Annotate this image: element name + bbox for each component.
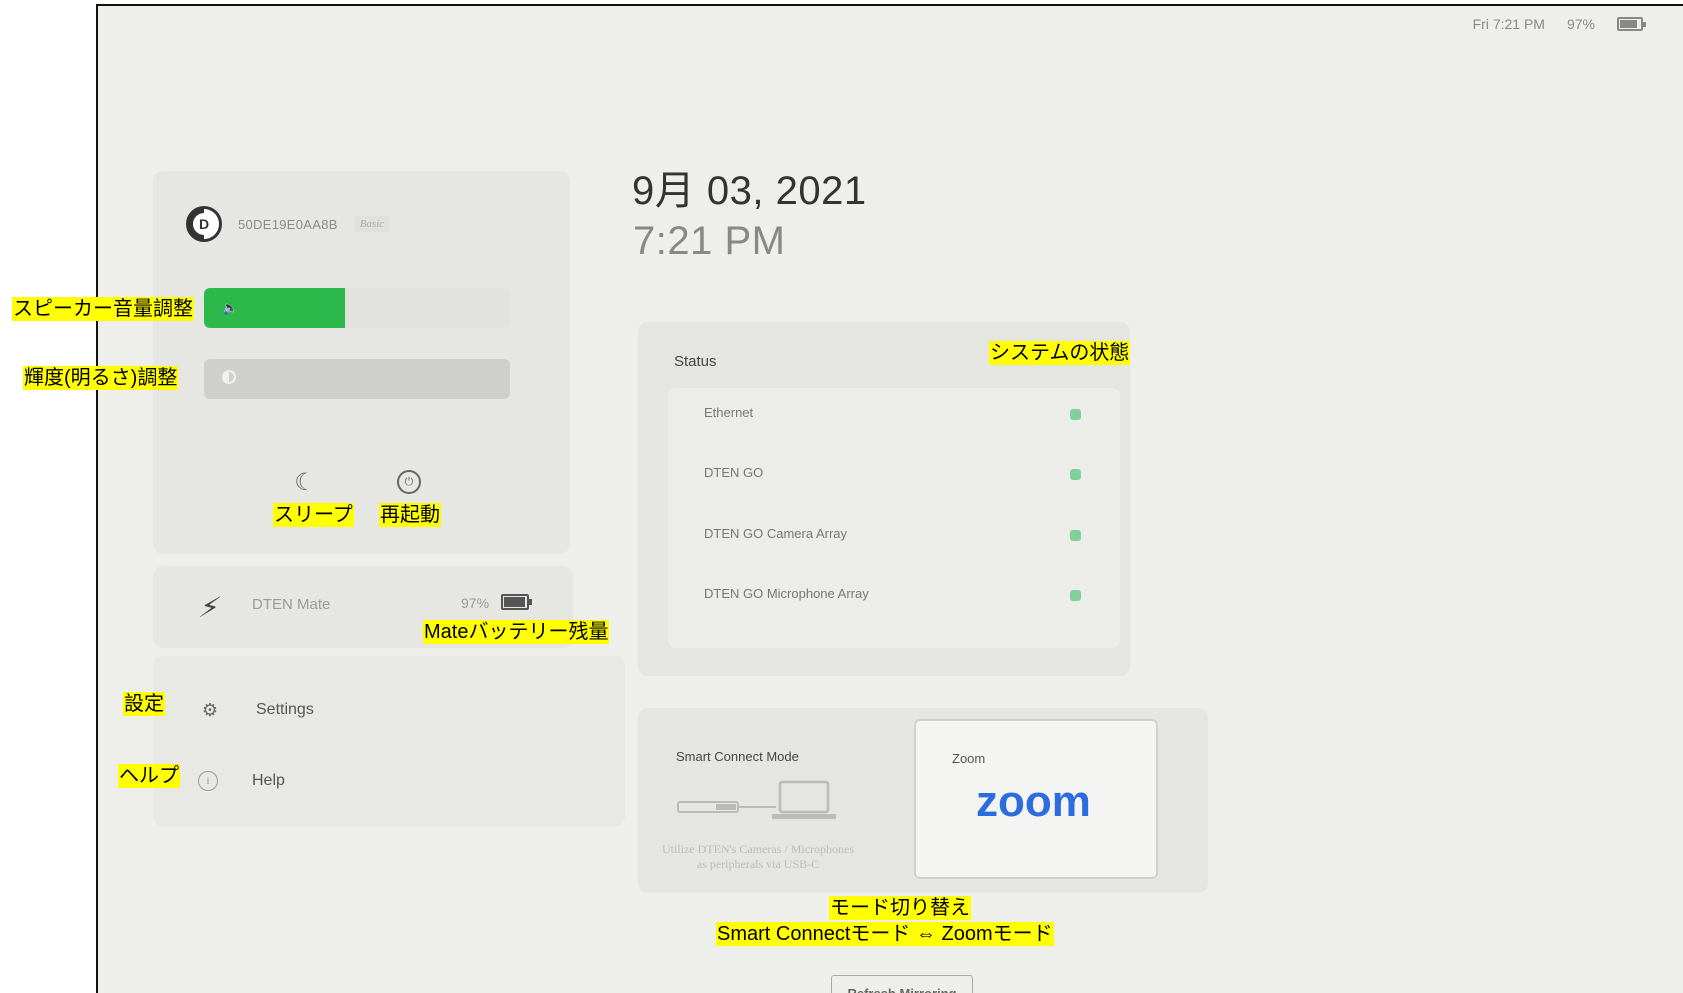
menu-panel [153,656,625,826]
smart-connect-title[interactable]: Smart Connect Mode [676,749,799,764]
status-row-label: Ethernet [704,405,754,420]
zoom-mode-card[interactable]: Zoom zoom [914,719,1158,879]
help-menu-item[interactable]: i Help [198,771,285,791]
volume-slider[interactable]: 🔈 [204,288,510,328]
status-row-label: DTEN GO Camera Array [704,526,848,541]
status-bar: Fri 7:21 PM 97% [1472,16,1646,32]
zoom-logo: zoom [976,777,1091,826]
time-display: 7:21 PM [633,219,786,263]
smart-connect-description: Utilize DTEN's Cameras / Microphones as … [661,842,855,871]
status-row-label: DTEN GO [704,465,764,480]
status-ok-indicator [1070,409,1081,420]
status-title: Status [674,353,717,370]
annotation-mode-switch: モード切り替え [829,896,971,920]
help-label: Help [252,772,285,789]
refresh-mirroring-button[interactable]: Refresh Mirroring [831,975,973,993]
speaker-icon: 🔈 [222,300,239,315]
annotation-mode-switch-detail: Smart Connectモード ⇔ Zoomモード [716,922,1054,946]
mate-battery-icon [501,594,532,610]
settings-label: Settings [256,701,314,718]
brightness-icon [222,370,236,384]
annotation-help: ヘルプ [118,764,180,788]
status-ok-indicator [1070,469,1081,480]
mate-name: DTEN Mate [252,596,331,613]
status-bar-datetime: Fri 7:21 PM [1472,16,1545,32]
settings-menu-item[interactable]: ⚙ Settings [198,698,314,722]
zoom-title: Zoom [952,751,986,766]
dten-logo-icon: D [186,206,222,242]
annotation-speaker: スピーカー音量調整 [12,297,194,321]
gear-icon: ⚙ [201,699,219,720]
date-display: 9月 03, 2021 [632,169,867,213]
annotation-sleep: スリープ [273,503,354,527]
device-info: D 50DE19E0AA8B Basic [186,206,391,242]
annotation-brightness: 輝度(明るさ)調整 [23,366,179,390]
sleep-button[interactable]: ☾ [282,459,328,505]
restart-button[interactable]: ⏻ [386,459,432,505]
status-ok-indicator [1070,590,1081,601]
moon-icon: ☾ [294,468,316,496]
device-id: 50DE19E0AA8B [238,216,338,232]
annotation-settings: 設定 [123,692,165,716]
brightness-slider[interactable] [204,359,510,399]
mate-battery-percent: 97% [461,595,490,611]
battery-icon [1617,17,1646,31]
annotation-restart: 再起動 [379,503,441,527]
status-ok-indicator [1070,530,1081,541]
license-badge: Basic [353,216,391,232]
device-screen: Fri 7:21 PM 97% D 50DE19E0AA8B Basic 🔈 ☾… [96,4,1683,993]
usb-laptop-icon[interactable] [676,778,846,822]
info-icon: i [198,771,218,791]
annotation-system-status: システムの状態 [989,341,1131,365]
status-list [668,388,1120,648]
status-row-label: DTEN GO Microphone Array [704,586,869,601]
restart-icon: ⏻ [397,470,421,494]
annotation-mate-battery: Mateバッテリー残量 [423,620,610,644]
status-bar-battery-percent: 97% [1566,16,1595,32]
